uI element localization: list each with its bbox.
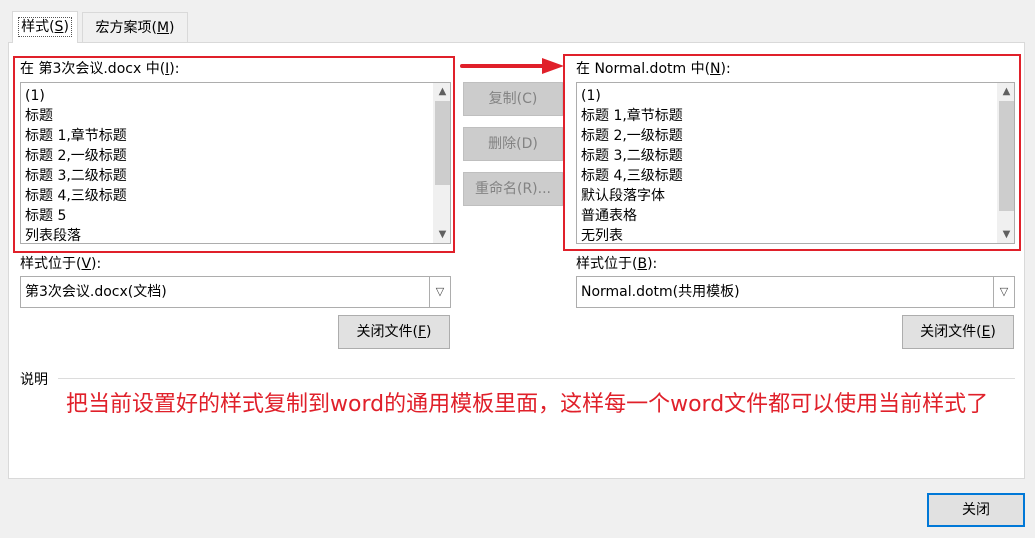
left-location-value: 第3次会议.docx(文档) <box>25 284 167 300</box>
red-arrow-icon <box>460 58 564 74</box>
description-label: 说明 <box>20 372 48 388</box>
annotation-text: 把当前设置好的样式复制到word的通用模板里面，这样每一个word文件都可以使用… <box>66 392 989 417</box>
tab-macro-items-label: 宏方案项(M) <box>95 20 175 36</box>
delete-button[interactable]: 删除(D) <box>463 127 563 161</box>
description-divider <box>58 378 1015 379</box>
chevron-down-icon[interactable]: ▽ <box>429 277 450 307</box>
right-close-file-button[interactable]: 关闭文件(E) <box>902 315 1014 349</box>
left-highlight-frame <box>13 56 455 253</box>
tab-styles-label: 样式(S) <box>18 17 72 37</box>
tab-macro-items[interactable]: 宏方案项(M) <box>82 12 188 42</box>
close-button[interactable]: 关闭 <box>927 493 1025 527</box>
tab-styles[interactable]: 样式(S) <box>12 11 78 43</box>
left-close-file-button[interactable]: 关闭文件(F) <box>338 315 450 349</box>
left-location-label: 样式位于(V): <box>20 256 102 272</box>
right-location-label: 样式位于(B): <box>576 256 658 272</box>
copy-button[interactable]: 复制(C) <box>463 82 563 116</box>
rename-button[interactable]: 重命名(R)... <box>463 172 563 206</box>
left-location-select[interactable]: 第3次会议.docx(文档) ▽ <box>20 276 451 308</box>
right-highlight-frame <box>563 54 1021 251</box>
right-location-select[interactable]: Normal.dotm(共用模板) ▽ <box>576 276 1015 308</box>
chevron-down-icon[interactable]: ▽ <box>993 277 1014 307</box>
right-location-value: Normal.dotm(共用模板) <box>581 284 740 300</box>
